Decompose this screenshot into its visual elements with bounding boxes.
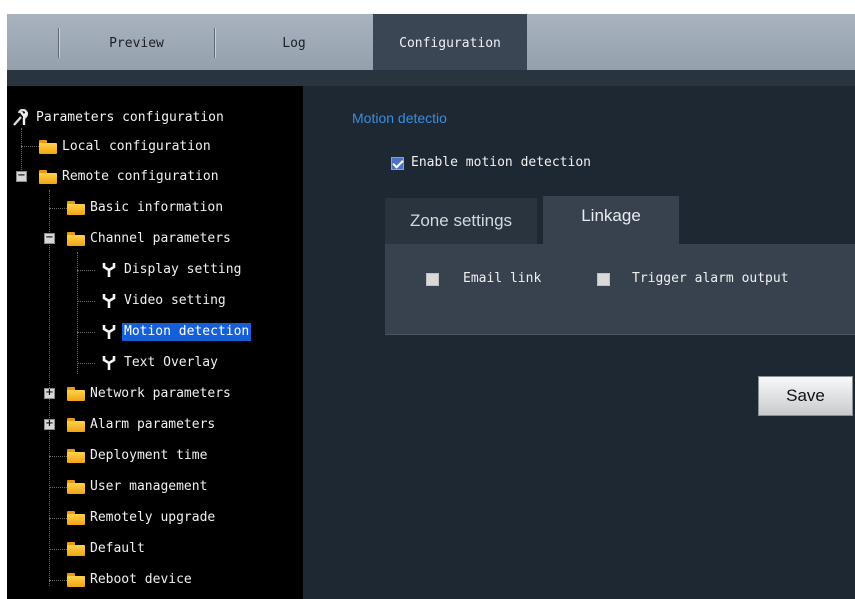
- tree-line: [49, 518, 67, 519]
- tree-line: [77, 363, 95, 364]
- tree-label: Channel parameters: [90, 231, 231, 246]
- panel-divider: [385, 334, 855, 335]
- email-link-label: Email link: [463, 271, 542, 286]
- tree-item-deployment-time[interactable]: Deployment time: [67, 445, 209, 467]
- trigger-alarm-output-checkbox[interactable]: [597, 273, 610, 286]
- tab-linkage[interactable]: Linkage: [543, 196, 679, 244]
- tree-line: [21, 146, 39, 147]
- tree-item-local-configuration[interactable]: Local configuration: [39, 136, 213, 158]
- folder-icon: [67, 201, 85, 215]
- tree-item-remote-configuration[interactable]: Remote configuration: [39, 166, 221, 188]
- tree-label: Remote configuration: [62, 169, 219, 184]
- tree-label: Motion detection: [122, 323, 252, 341]
- linkage-panel: Email link Trigger alarm output: [385, 244, 855, 334]
- tree-label: User management: [90, 479, 208, 494]
- expand-toggle-network[interactable]: +: [44, 388, 55, 399]
- tree-item-video-setting[interactable]: Video setting: [102, 290, 228, 312]
- tree-item-default[interactable]: Default: [67, 538, 147, 560]
- tree-item-channel-parameters[interactable]: Channel parameters: [67, 228, 233, 250]
- tree-label: Display setting: [124, 262, 242, 277]
- tree-label: Reboot device: [90, 572, 192, 587]
- tab-zone-settings[interactable]: Zone settings: [385, 198, 537, 244]
- tree-item-motion-detection[interactable]: Motion detection: [102, 321, 252, 343]
- folder-icon: [67, 511, 85, 525]
- tree-label: Default: [90, 541, 145, 556]
- trigger-alarm-output-label: Trigger alarm output: [632, 271, 789, 286]
- folder-icon: [39, 140, 57, 154]
- wrench-icon: [102, 263, 116, 277]
- tree-label: Basic information: [90, 200, 224, 215]
- collapse-toggle-channel[interactable]: −: [44, 233, 55, 244]
- expand-toggle-alarm[interactable]: +: [44, 419, 55, 430]
- email-link-checkbox[interactable]: [426, 273, 439, 286]
- top-nav-bar: Preview Log Configuration: [7, 14, 855, 70]
- folder-icon: [67, 573, 85, 587]
- tree-item-alarm-parameters[interactable]: Alarm parameters: [67, 414, 217, 436]
- page-title: Motion detectio: [352, 110, 447, 126]
- tree-item-user-management[interactable]: User management: [67, 476, 209, 498]
- tree-label: Text Overlay: [124, 355, 218, 370]
- tree-item-display-setting[interactable]: Display setting: [102, 259, 243, 281]
- tree-item-network-parameters[interactable]: Network parameters: [67, 383, 233, 405]
- folder-icon: [39, 170, 57, 184]
- tree-label: Local configuration: [62, 139, 211, 154]
- tree-line: [49, 456, 67, 457]
- tree-line: [77, 270, 95, 271]
- tree-label: Deployment time: [90, 448, 208, 463]
- tree-root-parameters-configuration[interactable]: Parameters configuration: [12, 107, 226, 129]
- tree-line: [49, 487, 67, 488]
- tree-item-reboot-device[interactable]: Reboot device: [67, 569, 194, 591]
- tools-icon: [13, 109, 29, 126]
- enable-motion-detection-checkbox[interactable]: [391, 157, 404, 170]
- config-tree: − − + + Parameters configuration Local c…: [7, 86, 303, 599]
- folder-icon: [67, 480, 85, 494]
- folder-icon: [67, 542, 85, 556]
- tree-line: [77, 301, 95, 302]
- folder-icon: [67, 387, 85, 401]
- tab-preview[interactable]: Preview: [59, 14, 214, 70]
- wrench-icon: [102, 356, 116, 370]
- wrench-icon: [102, 294, 116, 308]
- tree-item-basic-information[interactable]: Basic information: [67, 197, 225, 219]
- motion-detection-panel: Motion detectio Enable motion detection …: [303, 86, 855, 599]
- app-frame: Preview Log Configuration − − + + Parame…: [7, 14, 855, 599]
- tree-item-remotely-upgrade[interactable]: Remotely upgrade: [67, 507, 217, 529]
- tree-label: Network parameters: [90, 386, 231, 401]
- tree-label: Parameters configuration: [36, 110, 224, 125]
- tab-log[interactable]: Log: [215, 14, 373, 70]
- folder-icon: [67, 449, 85, 463]
- tree-line: [77, 332, 95, 333]
- folder-icon: [67, 418, 85, 432]
- folder-icon: [67, 232, 85, 246]
- tree-label: Remotely upgrade: [90, 510, 216, 525]
- collapse-toggle-remote[interactable]: −: [16, 171, 27, 182]
- tree-line: [49, 549, 67, 550]
- wrench-icon: [102, 325, 116, 339]
- tree-label: Alarm parameters: [90, 417, 216, 432]
- enable-motion-detection-label: Enable motion detection: [411, 155, 592, 170]
- tree-line: [49, 208, 67, 209]
- tree-label: Video setting: [124, 293, 226, 308]
- tree-item-text-overlay[interactable]: Text Overlay: [102, 352, 220, 374]
- tab-configuration[interactable]: Configuration: [373, 14, 527, 70]
- nav-gap: [7, 70, 855, 86]
- save-button[interactable]: Save: [758, 376, 853, 416]
- tree-line: [49, 580, 67, 581]
